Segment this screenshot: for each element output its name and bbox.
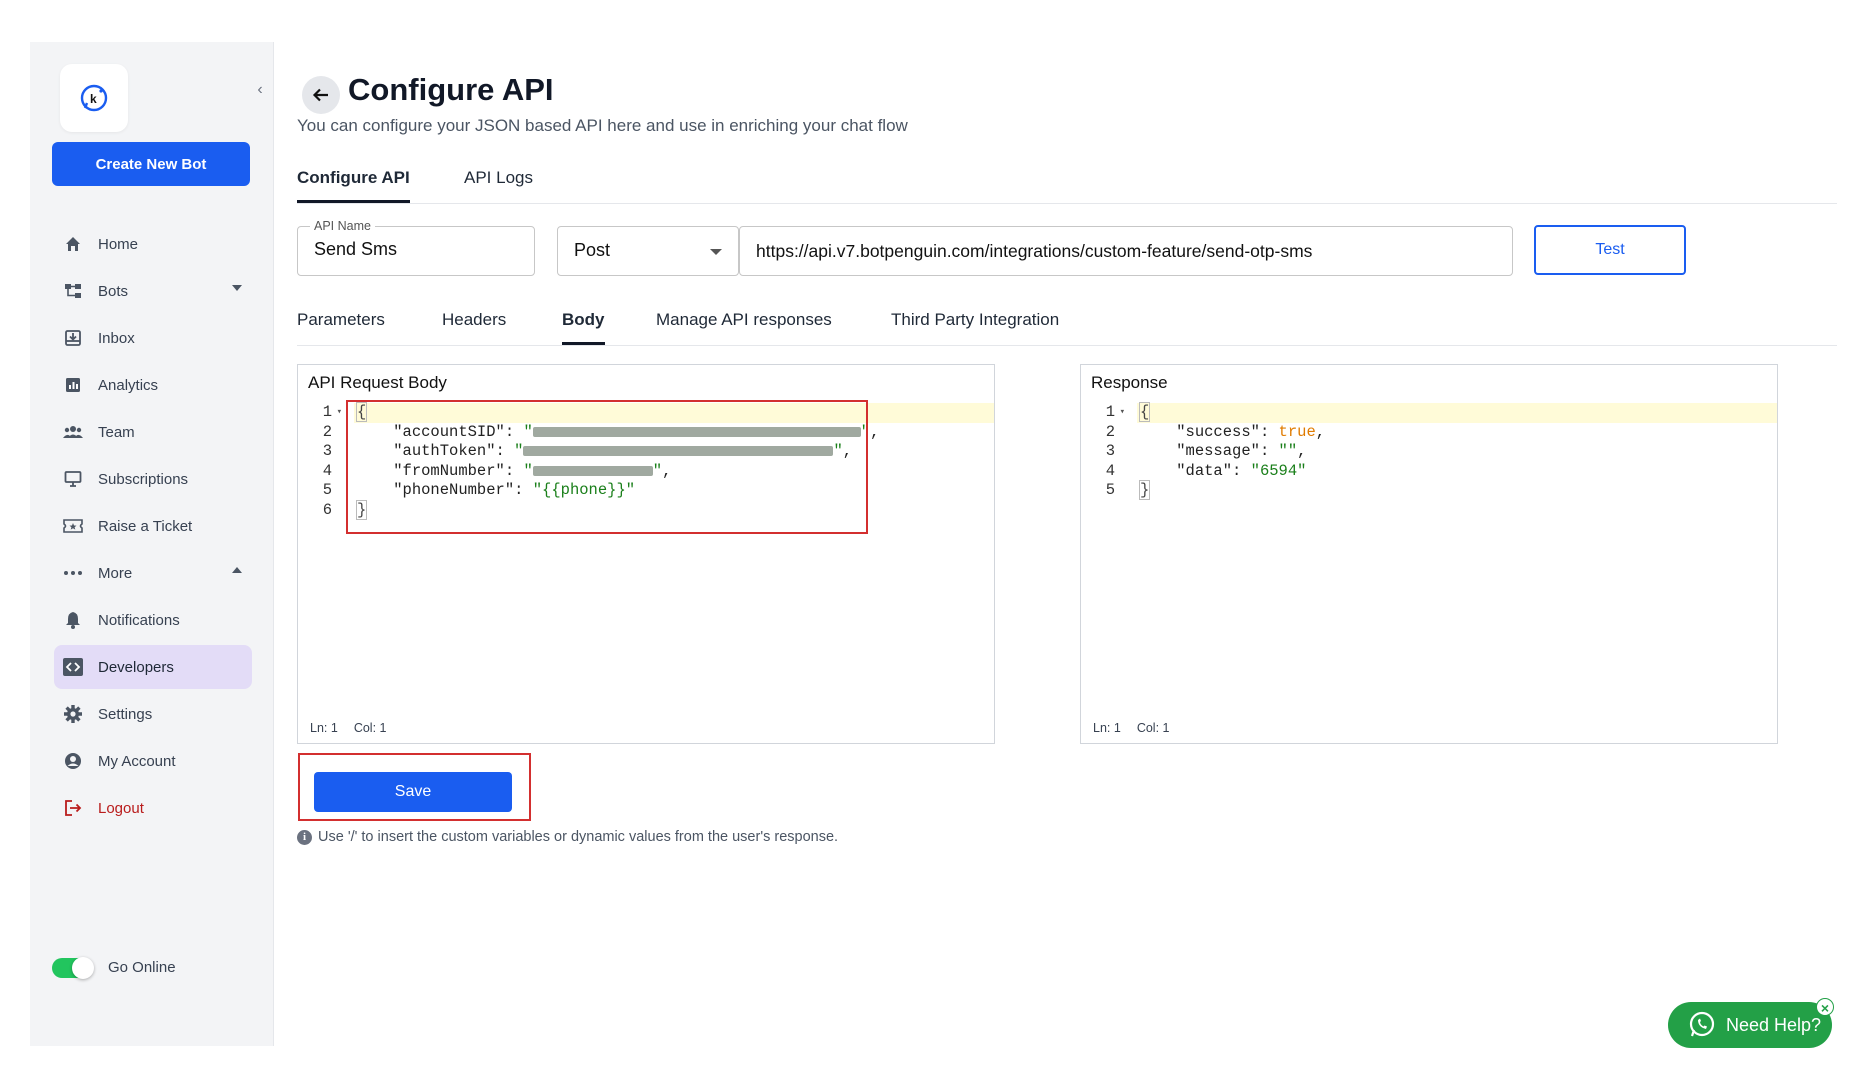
editor-status: Ln: 1 Col: 1 (310, 721, 387, 735)
sidebar-item-label: Home (98, 235, 139, 253)
tab-api-logs[interactable]: API Logs (464, 168, 533, 200)
sidebar-item-home[interactable]: Home (54, 222, 252, 266)
inbox-icon (62, 327, 84, 349)
sidebar-item-notifications[interactable]: Notifications (54, 598, 252, 642)
api-name-field[interactable]: API Name (297, 219, 535, 276)
gear-icon (62, 703, 84, 725)
code-line: "data": "6594" (1176, 461, 1307, 480)
create-new-bot-button[interactable]: Create New Bot (52, 142, 250, 186)
fold-icon[interactable]: ▾ (337, 403, 342, 423)
go-online-label: Go Online (108, 959, 176, 976)
line-gutter: 1 ▾ 2 3 4 5 (1081, 403, 1137, 501)
line-number: 1 (322, 403, 332, 421)
close-icon[interactable]: × (1816, 998, 1834, 1016)
code-area[interactable]: { "success": true, "message": "", "data"… (1137, 402, 1777, 501)
sidebar-item-label: Bots (98, 282, 129, 300)
account-icon (62, 750, 84, 772)
fold-icon[interactable]: ▾ (1120, 403, 1125, 423)
sidebar-item-bots[interactable]: Bots (54, 269, 252, 313)
logout-icon (62, 797, 84, 819)
tab-headers[interactable]: Headers (442, 310, 506, 342)
dropdown-arrow-icon (710, 249, 722, 255)
bell-icon (62, 609, 84, 631)
sidebar-item-label: Logout (98, 799, 144, 817)
subscriptions-icon (62, 468, 84, 490)
line-number: 4 (1105, 461, 1115, 480)
sidebar-item-label: Raise a Ticket (98, 517, 193, 535)
page-subtitle: You can configure your JSON based API he… (297, 116, 908, 135)
analytics-icon (62, 374, 84, 396)
info-icon: i (297, 829, 312, 845)
ticket-icon (62, 515, 84, 537)
api-name-input[interactable] (314, 239, 514, 260)
sidebar: k ‹ Create New Bot Home Bots Inbox Analy… (30, 42, 274, 1046)
chat-logo-icon: k (80, 84, 108, 112)
need-help-button[interactable]: Need Help? (1668, 1002, 1832, 1048)
save-button[interactable]: Save (314, 772, 512, 812)
tab-parameters[interactable]: Parameters (297, 310, 385, 342)
code-line: "success": true, (1176, 422, 1326, 441)
back-button[interactable] (302, 76, 340, 114)
highlight-box (346, 400, 868, 534)
response-panel: Response 1 ▾ 2 3 4 5 { "success": true, "… (1080, 364, 1778, 744)
sidebar-item-subscriptions[interactable]: Subscriptions (54, 457, 252, 501)
sidebar-item-more[interactable]: More (54, 551, 252, 595)
sidebar-item-analytics[interactable]: Analytics (54, 363, 252, 407)
bot-logo[interactable]: k (60, 64, 128, 132)
sidebar-item-label: More (98, 564, 133, 582)
team-icon (62, 421, 84, 443)
code-line: { (1137, 402, 1777, 423)
sidebar-item-my-account[interactable]: My Account (54, 739, 252, 783)
tab-configure-api[interactable]: Configure API (297, 168, 410, 203)
sidebar-item-label: My Account (98, 752, 176, 770)
test-button[interactable]: Test (1534, 225, 1686, 275)
line-number: 2 (1105, 422, 1115, 441)
chevron-down-icon (232, 285, 242, 291)
sidebar-item-label: Settings (98, 705, 153, 723)
page-title: Configure API (348, 72, 554, 107)
need-help-label: Need Help? (1726, 1014, 1822, 1035)
go-online-toggle[interactable] (52, 957, 94, 979)
method-select[interactable]: Post (557, 226, 739, 276)
sidebar-item-inbox[interactable]: Inbox (54, 316, 252, 360)
more-icon (62, 562, 84, 584)
tab-body[interactable]: Body (562, 310, 605, 345)
bots-icon (62, 280, 84, 302)
sidebar-item-label: Developers (98, 658, 174, 676)
arrow-left-icon (312, 88, 328, 102)
main-tabs: Configure API API Logs (297, 162, 1837, 204)
tab-manage-api-responses[interactable]: Manage API responses (656, 310, 832, 342)
api-name-label: API Name (310, 219, 375, 233)
line-number: 3 (1105, 442, 1115, 461)
sidebar-item-developers[interactable]: Developers (54, 645, 252, 689)
sidebar-item-team[interactable]: Team (54, 410, 252, 454)
sidebar-item-label: Inbox (98, 329, 135, 347)
tab-third-party-integration[interactable]: Third Party Integration (891, 310, 1059, 342)
body-tabs: Parameters Headers Body Manage API respo… (297, 304, 1837, 346)
chevron-up-icon (232, 567, 242, 573)
sidebar-item-raise-ticket[interactable]: Raise a Ticket (54, 504, 252, 548)
svg-text:k: k (90, 92, 97, 106)
editor-status: Ln: 1 Col: 1 (1093, 721, 1170, 735)
sidebar-item-label: Analytics (98, 376, 159, 394)
home-icon (62, 233, 84, 255)
sidebar-item-label: Subscriptions (98, 470, 189, 488)
whatsapp-icon (1689, 1011, 1715, 1037)
method-value: Post (574, 240, 611, 260)
sidebar-item-logout[interactable]: Logout (54, 786, 252, 830)
code-line: "message": "", (1176, 442, 1307, 461)
hint-text: i Use '/' to insert the custom variables… (297, 829, 838, 845)
line-number: 5 (1105, 481, 1115, 500)
code-line: } (1139, 480, 1151, 501)
url-input[interactable] (739, 226, 1513, 276)
sidebar-item-label: Team (98, 423, 135, 441)
sidebar-item-label: Notifications (98, 611, 180, 629)
response-editor[interactable]: 1 ▾ 2 3 4 5 { "success": true, "message":… (1081, 402, 1777, 693)
line-number: 1 (1105, 403, 1115, 421)
collapse-sidebar-icon[interactable]: ‹ (252, 80, 268, 100)
request-body-title: API Request Body (308, 373, 447, 392)
code-icon (62, 656, 84, 678)
response-title: Response (1091, 373, 1168, 392)
sidebar-item-settings[interactable]: Settings (54, 692, 252, 736)
